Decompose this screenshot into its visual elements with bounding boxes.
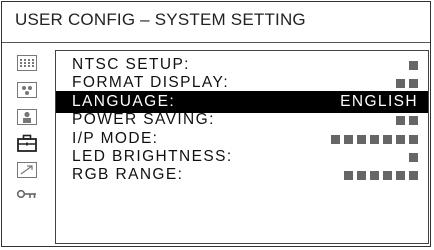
value-placeholder-block	[344, 134, 353, 144]
value-placeholder-block	[370, 170, 379, 180]
menu-item-value	[340, 170, 418, 180]
person-icon[interactable]	[14, 106, 40, 127]
value-placeholder-block	[396, 170, 405, 180]
value-placeholder-block	[409, 78, 418, 88]
value-placeholder-block	[409, 115, 418, 125]
menu-item-label: RGB RANGE:	[72, 166, 184, 183]
menu-item-value	[405, 60, 418, 70]
keypad-icon[interactable]	[14, 52, 40, 73]
menu-item-label: POWER SAVING:	[72, 111, 215, 128]
value-placeholder-block	[396, 78, 405, 88]
osd-window: USER CONFIG – SYSTEM SETTING NTSC SETUP:…	[1, 1, 431, 247]
page-title: USER CONFIG – SYSTEM SETTING	[15, 10, 306, 29]
toolbox-icon[interactable]	[14, 132, 40, 153]
menu-item-value	[392, 115, 418, 125]
value-placeholder-block	[409, 60, 418, 70]
settings-panel: NTSC SETUP: FORMAT DISPLAY: LANGUAGE: EN…	[55, 50, 429, 244]
menu-item-value	[392, 78, 418, 88]
value-placeholder-block	[344, 170, 353, 180]
arrow-icon[interactable]	[14, 159, 40, 180]
key-icon[interactable]	[14, 184, 40, 205]
title-divider	[2, 42, 430, 43]
menu-item-label: FORMAT DISPLAY:	[72, 74, 230, 91]
value-placeholder-block	[383, 170, 392, 180]
camera-icon[interactable]	[14, 79, 40, 100]
value-placeholder-block	[409, 152, 418, 162]
menu-item-rgb-range[interactable]: RGB RANGE:	[56, 164, 428, 186]
menu-item-value	[327, 134, 418, 144]
value-placeholder-block	[396, 115, 405, 125]
value-placeholder-block	[409, 170, 418, 180]
value-placeholder-block	[370, 134, 379, 144]
menu-item-value	[405, 152, 418, 162]
value-placeholder-block	[357, 170, 366, 180]
value-placeholder-block	[331, 134, 340, 144]
value-placeholder-block	[396, 134, 405, 144]
value-placeholder-block	[409, 134, 418, 144]
value-placeholder-block	[383, 134, 392, 144]
value-placeholder-block	[357, 134, 366, 144]
